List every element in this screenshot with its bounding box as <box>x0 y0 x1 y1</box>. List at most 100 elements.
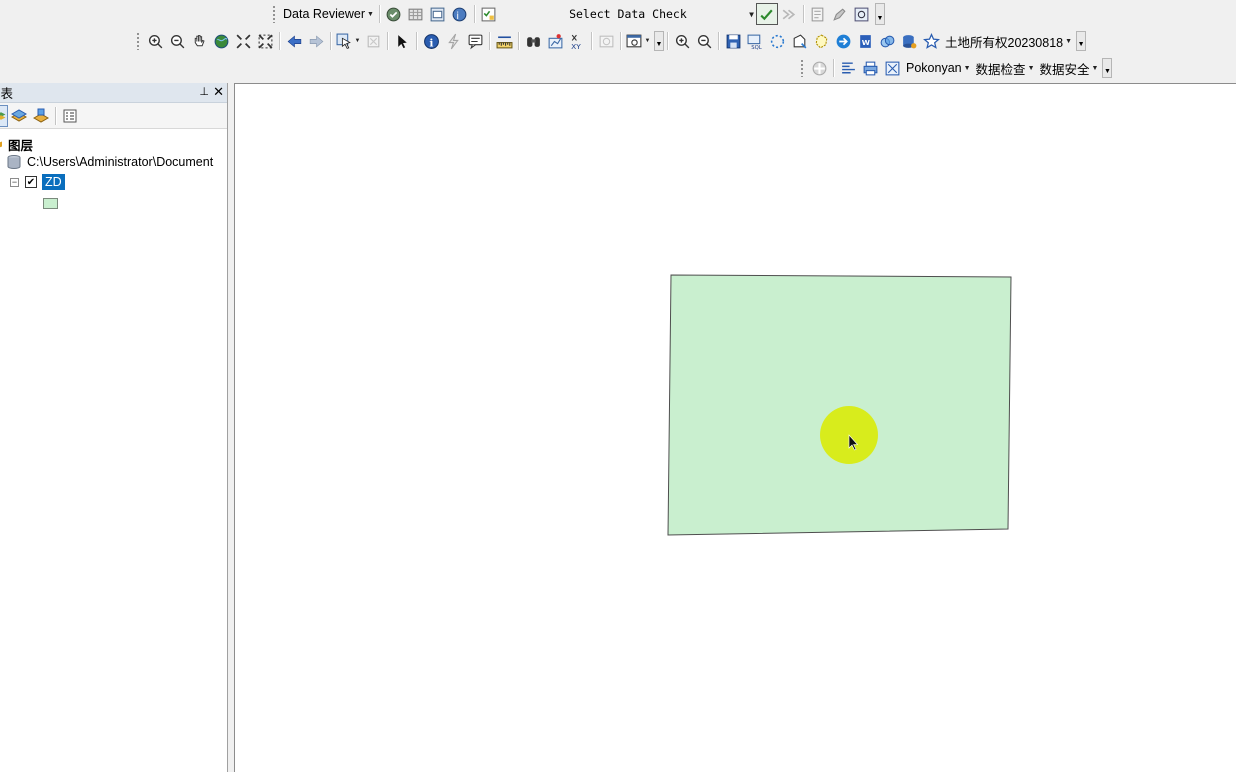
select-elements-button[interactable] <box>391 30 413 52</box>
reviewer-browse-button[interactable] <box>427 3 449 25</box>
fixed-zoom-out-icon <box>258 34 272 48</box>
find-button[interactable] <box>522 30 544 52</box>
full-extent-button[interactable] <box>210 30 232 52</box>
layer-symbol-node[interactable] <box>43 198 58 209</box>
svg-text:SQL: SQL <box>751 44 762 49</box>
go-forward-button[interactable] <box>305 30 327 52</box>
toolbar-grip[interactable] <box>272 5 276 23</box>
database-icon <box>902 34 916 48</box>
word-export-button[interactable]: W <box>854 30 876 52</box>
toolbar-overflow-button[interactable]: ▼ <box>1076 31 1087 51</box>
zoom-out-button[interactable] <box>166 30 188 52</box>
layer-visibility-checkbox[interactable]: ✔ <box>25 176 37 188</box>
word-icon: W <box>859 34 871 48</box>
go-back-button[interactable] <box>283 30 305 52</box>
close-icon[interactable]: ✕ <box>213 84 224 100</box>
map-view[interactable] <box>234 83 1236 772</box>
measure-button[interactable] <box>493 30 515 52</box>
pin-icon[interactable]: ⊥ <box>199 85 209 98</box>
lasso-select-button[interactable] <box>810 30 832 52</box>
report-icon <box>812 7 824 21</box>
find-route-button[interactable] <box>544 30 566 52</box>
html-popup-button[interactable] <box>464 30 486 52</box>
globe-info-icon: i <box>453 7 467 21</box>
svg-text:W: W <box>861 38 869 47</box>
identify-button[interactable]: i <box>420 30 442 52</box>
polygon-symbol-swatch[interactable] <box>43 198 58 209</box>
fixed-zoom-in-button[interactable] <box>232 30 254 52</box>
viewer-window-icon <box>626 34 641 47</box>
pokonyan-label: Pokonyan <box>906 61 962 75</box>
list-by-source-button[interactable] <box>8 105 30 127</box>
create-viewer-button[interactable]: ▼ <box>624 30 652 52</box>
toolbar-overflow-button[interactable]: ▼ <box>874 3 885 25</box>
toc-title-bar: 列表 ⊥ ✕ <box>0 83 227 103</box>
sql-query-button[interactable]: SQL <box>744 30 766 52</box>
data-check-combo[interactable]: Select Data Check ▼ <box>500 4 756 24</box>
toolbar-overflow-button[interactable]: ▼ <box>654 31 664 51</box>
svg-text:i: i <box>429 36 433 49</box>
reviewer-edit-button[interactable] <box>829 3 851 25</box>
xy-icon: XY <box>571 34 581 50</box>
time-slider-button[interactable] <box>595 30 617 52</box>
next-button[interactable] <box>832 30 854 52</box>
grid-tool-button[interactable] <box>881 57 903 79</box>
data-security-menu[interactable]: 数据安全 ▼ <box>1037 59 1101 78</box>
polygon-select-button[interactable] <box>788 30 810 52</box>
hand-icon <box>194 34 205 46</box>
align-tool-button[interactable] <box>837 57 859 79</box>
collapse-toggle[interactable]: − <box>10 177 19 187</box>
map-canvas <box>667 274 1012 536</box>
fixed-zoom-out-button[interactable] <box>254 30 276 52</box>
drawing-order-icon <box>0 111 6 120</box>
globe-icon <box>214 34 228 48</box>
reviewer-check-select-button[interactable] <box>478 3 500 25</box>
select-features-button[interactable]: ▼ <box>334 30 362 52</box>
reviewer-table-button[interactable] <box>405 3 427 25</box>
run-check-button[interactable] <box>755 3 778 25</box>
svg-text:XY: XY <box>571 41 581 49</box>
data-reviewer-menu[interactable]: Data Reviewer ▼ <box>280 7 376 21</box>
reviewer-report-button[interactable] <box>807 3 829 25</box>
layers-node[interactable]: 图层 <box>0 135 33 154</box>
star-tool-button[interactable] <box>920 30 942 52</box>
data-check-menu[interactable]: 数据检查 ▼ <box>973 59 1037 78</box>
clear-selection-button[interactable] <box>362 30 384 52</box>
list-by-visibility-button[interactable] <box>30 105 52 127</box>
layer-zd-node[interactable]: − ✔ ZD <box>10 174 65 190</box>
list-by-drawing-order-button[interactable] <box>0 104 8 127</box>
overlay-button[interactable] <box>876 30 898 52</box>
align-lines-icon <box>841 61 855 73</box>
data-check-value: Select Data Check <box>569 7 687 21</box>
save-button[interactable] <box>722 30 744 52</box>
pan-button[interactable] <box>188 30 210 52</box>
pan-compass-button[interactable] <box>808 57 830 79</box>
batch-check-button[interactable] <box>778 3 800 25</box>
reviewer-session-button[interactable] <box>383 3 405 25</box>
reviewer-globe-button[interactable]: i <box>449 3 471 25</box>
zd-parcel-polygon[interactable] <box>667 274 1012 536</box>
reviewer-zoom-window-button[interactable] <box>851 3 873 25</box>
database-tool-button[interactable] <box>898 30 920 52</box>
layer-name-label[interactable]: ZD <box>42 174 65 190</box>
geodatabase-icon <box>7 155 21 170</box>
land-rights-menu[interactable]: 土地所有权20230818 ▼ <box>942 32 1074 51</box>
layers-source-icon <box>11 108 27 122</box>
toolbar-grip[interactable] <box>136 32 140 50</box>
toolbar-grip[interactable] <box>800 59 804 77</box>
star-icon <box>922 32 940 49</box>
dashed-select-button[interactable] <box>766 30 788 52</box>
pokonyan-menu[interactable]: Pokonyan ▼ <box>903 61 973 75</box>
hyperlink-button[interactable] <box>442 30 464 52</box>
zoom-out-2-button[interactable] <box>693 30 715 52</box>
database-node[interactable]: C:\Users\Administrator\Document <box>0 154 213 170</box>
ruler-icon <box>496 35 512 48</box>
zoom-in-button[interactable] <box>144 30 166 52</box>
clear-selection-icon <box>367 35 379 47</box>
zoom-in-2-button[interactable] <box>671 30 693 52</box>
options-button[interactable] <box>59 105 81 127</box>
go-to-xy-button[interactable]: XY <box>566 30 588 52</box>
fixed-zoom-in-icon <box>236 34 250 48</box>
toolbar-overflow-button[interactable]: ▼ <box>1102 58 1113 78</box>
print-map-button[interactable] <box>859 57 881 79</box>
